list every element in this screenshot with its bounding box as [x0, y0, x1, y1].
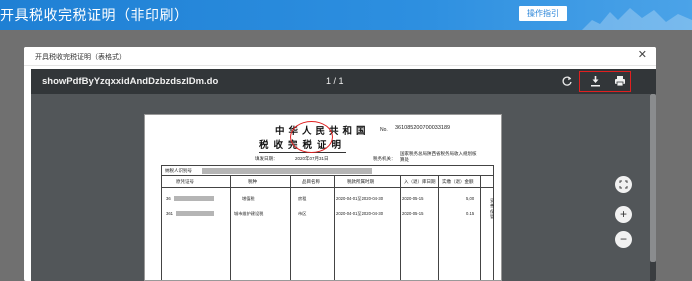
side-note: 妥善保管 — [490, 198, 495, 220]
table-cell: 市区 — [298, 211, 307, 216]
pdf-viewer: showPdfByYzqxxidAndDzbzdszlDm.do 1 / 1 +… — [31, 69, 656, 281]
certificate-table: 纳税人识别号 原凭证号 税种 品目名称 税款所属时期 入（退）库日期 实缴（退）… — [161, 165, 495, 280]
fill-date-value: 2020年07月31日 — [295, 156, 329, 161]
fill-date-label: 填发日期： — [255, 156, 278, 161]
page-title: 开具税收完税证明（非印刷） — [0, 7, 189, 23]
column-divider — [438, 176, 439, 280]
col-header: 实缴（退）金额 — [442, 179, 474, 184]
skyline-decoration — [582, 8, 692, 30]
table-cell: 2020-04-01至2020-04-30 — [336, 211, 384, 216]
document-page: 中华人民共和国 税收完税证明 No. 361085200700033189 填发… — [144, 114, 502, 281]
tax-office-label: 税务机关： — [373, 156, 396, 161]
tax-office-value: 国家税务总局陕西省税务局收入规划核算处 — [400, 151, 477, 162]
column-divider — [480, 176, 481, 280]
table-cell: 2020-05-15 — [402, 196, 424, 201]
rotate-icon[interactable] — [561, 75, 573, 87]
print-icon[interactable] — [614, 75, 626, 87]
close-icon[interactable]: ✕ — [638, 50, 647, 61]
redacted-cert-no — [176, 211, 214, 216]
column-divider — [400, 176, 401, 280]
fit-page-icon[interactable] — [615, 176, 632, 193]
certificate-no-label: No. — [380, 127, 388, 133]
pdf-toolbar: showPdfByYzqxxidAndDzbzdszlDm.do 1 / 1 — [31, 69, 656, 94]
column-divider — [230, 176, 231, 280]
taxpayer-id-label: 纳税人识别号 — [165, 168, 192, 173]
zoom-in-icon[interactable]: + — [615, 206, 632, 223]
col-header: 税种 — [248, 179, 257, 184]
modal-header: 开具税收完税证明（表格式） ✕ — [24, 47, 656, 66]
table-cell: 房租 — [298, 196, 307, 201]
table-header-row: 原凭证号 税种 品目名称 税款所属时期 入（退）库日期 实缴（退）金额 — [162, 176, 493, 188]
col-header: 原凭证号 — [176, 179, 194, 184]
guide-button[interactable]: 操作指引 — [519, 6, 567, 21]
page-indicator: 1 / 1 — [326, 76, 344, 86]
col-header: 品目名称 — [302, 179, 320, 184]
column-divider — [290, 176, 291, 280]
redacted-taxpayer-id — [202, 168, 372, 174]
top-banner: 开具税收完税证明（非印刷） 操作指引 — [0, 0, 692, 30]
table-cell: 城市维护建设税 — [234, 211, 264, 216]
highlight-circle — [290, 121, 333, 153]
certificate-no-value: 361085200700033189 — [395, 125, 451, 131]
file-name: showPdfByYzqxxidAndDzbzdszlDm.do — [42, 76, 219, 87]
certificate-modal: 开具税收完税证明（表格式） ✕ showPdfByYzqxxidAndDzbzd… — [24, 47, 656, 281]
table-cell: 36 — [166, 196, 171, 201]
column-divider — [334, 176, 335, 280]
table-cell: 2020-04-01至2020-04-30 — [336, 196, 384, 201]
table-cell: 增值税 — [242, 196, 255, 201]
taxpayer-row: 纳税人识别号 — [162, 166, 493, 176]
download-icon[interactable] — [590, 75, 601, 87]
redacted-cert-no — [174, 196, 214, 201]
zoom-out-icon[interactable]: − — [615, 231, 632, 248]
modal-title: 开具税收完税证明（表格式） — [35, 54, 126, 61]
table-cell: 0.15 — [466, 211, 475, 216]
col-header: 入（退）库日期 — [404, 179, 436, 184]
table-cell: 2020-05-15 — [402, 211, 424, 216]
scrollbar-thumb[interactable] — [650, 94, 656, 262]
table-cell: 361 — [166, 211, 173, 216]
col-header: 税款所属时期 — [347, 179, 374, 184]
table-cell: 5,00 — [466, 196, 475, 201]
